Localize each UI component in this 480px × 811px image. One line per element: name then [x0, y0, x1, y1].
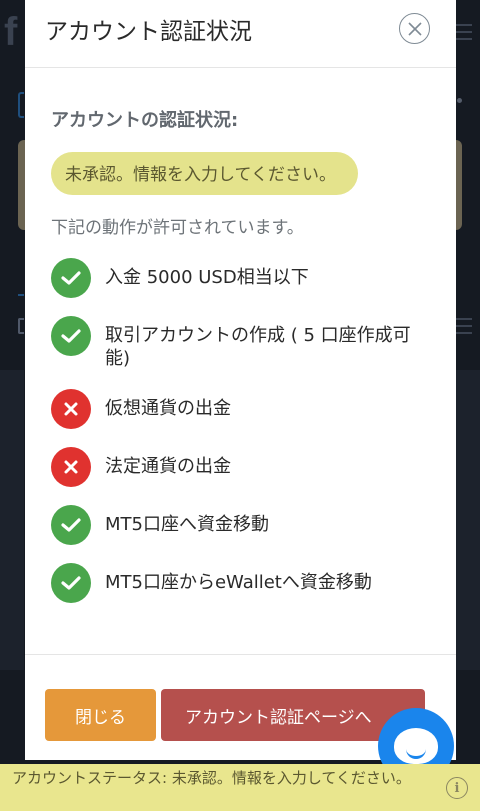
background-box-edge [18, 318, 24, 334]
permission-item: 取引アカウントの作成 ( 5 口座作成可能) [51, 316, 430, 371]
cross-icon [51, 446, 91, 487]
account-status-text: アカウントステータス: 未承認。情報を入力してください。 [12, 769, 411, 787]
background-field-edge [18, 92, 24, 118]
allowed-actions-intro: 下記の動作が許可されています。 [51, 218, 304, 238]
permission-label: 取引アカウントの作成 ( 5 口座作成可能) [105, 325, 411, 370]
permission-item: MT5口座からeWalletへ資金移動 [51, 562, 430, 603]
background-dot [457, 98, 462, 103]
close-icon [407, 21, 422, 36]
permission-item: 入金 5000 USD相当以下 [51, 258, 430, 298]
permission-label: MT5口座からeWalletへ資金移動 [105, 571, 372, 593]
permission-label: MT5口座へ資金移動 [105, 513, 269, 535]
background-menu-icon-2 [456, 318, 472, 339]
verification-status-modal: アカウント認証状況 アカウントの認証状況: 未承認。情報を入力してください。 下… [25, 0, 456, 760]
close-button[interactable] [399, 13, 430, 44]
close-dialog-button[interactable]: 閉じる [45, 689, 156, 741]
cross-icon [51, 388, 91, 429]
account-status-bar: アカウントステータス: 未承認。情報を入力してください。 i [0, 764, 480, 811]
background-logo: f [4, 10, 18, 54]
permission-label: 法定通貨の出金 [105, 455, 231, 477]
permission-label: 仮想通貨の出金 [105, 397, 231, 419]
check-icon [51, 504, 91, 545]
permissions-list: 入金 5000 USD相当以下取引アカウントの作成 ( 5 口座作成可能) 仮想通… [51, 258, 430, 603]
check-icon [51, 316, 91, 356]
permission-item: MT5口座へ資金移動 [51, 504, 430, 545]
chat-icon [394, 728, 438, 764]
permission-label: 入金 5000 USD相当以下 [105, 267, 309, 288]
modal-header: アカウント認証状況 [25, 0, 456, 68]
check-icon [51, 258, 91, 298]
permission-item: 法定通貨の出金 [51, 446, 430, 487]
info-icon[interactable]: i [446, 777, 468, 799]
modal-body: アカウントの認証状況: 未承認。情報を入力してください。 下記の動作が許可されて… [25, 68, 456, 603]
status-badge: 未承認。情報を入力してください。 [51, 152, 358, 195]
status-heading: アカウントの認証状況: [51, 110, 239, 131]
background-panel-left [0, 370, 24, 670]
permission-item: 仮想通貨の出金 [51, 388, 430, 429]
background-menu-icon [456, 24, 472, 45]
background-link-edge [18, 276, 24, 296]
check-icon [51, 562, 91, 603]
modal-title: アカウント認証状況 [45, 19, 252, 45]
background-panel-right [456, 370, 480, 670]
